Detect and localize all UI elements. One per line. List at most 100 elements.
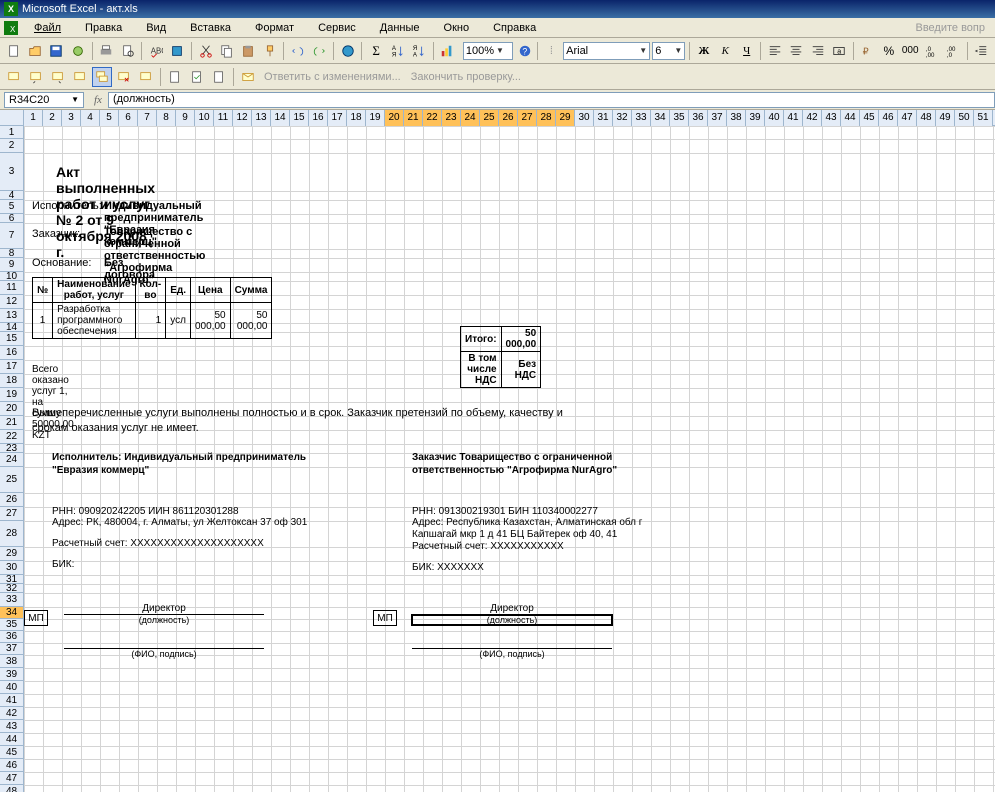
row-header[interactable]: 15 <box>0 332 23 346</box>
col-header[interactable]: 12 <box>233 110 252 126</box>
row-header[interactable]: 9 <box>0 258 23 272</box>
col-header[interactable]: 16 <box>309 110 328 126</box>
col-header[interactable]: 21 <box>404 110 423 126</box>
reject-button[interactable] <box>209 67 229 87</box>
row-header[interactable]: 23 <box>0 444 23 453</box>
font-size-dropdown[interactable]: 6▼ <box>652 42 685 60</box>
currency-button[interactable]: ₽ <box>858 41 877 61</box>
row-header[interactable]: 2 <box>0 139 23 153</box>
col-header[interactable]: 3 <box>62 110 81 126</box>
col-header[interactable]: 49 <box>936 110 955 126</box>
row-header[interactable]: 33 <box>0 593 23 607</box>
research-button[interactable] <box>168 41 187 61</box>
select-all-corner[interactable] <box>0 110 24 126</box>
align-left-button[interactable] <box>765 41 784 61</box>
accept-button[interactable] <box>187 67 207 87</box>
row-header[interactable]: 21 <box>0 416 23 430</box>
row-header[interactable]: 28 <box>0 521 23 547</box>
row-header[interactable]: 32 <box>0 584 23 593</box>
print-button[interactable] <box>96 41 115 61</box>
col-header[interactable]: 18 <box>347 110 366 126</box>
row-header[interactable]: 5 <box>0 200 23 214</box>
copy-button[interactable] <box>217 41 236 61</box>
delete-comment-button[interactable] <box>114 67 134 87</box>
row-header[interactable]: 27 <box>0 507 23 521</box>
col-header[interactable]: 38 <box>727 110 746 126</box>
row-header[interactable]: 16 <box>0 346 23 360</box>
row-header[interactable]: 7 <box>0 223 23 249</box>
menu-view[interactable]: Вид <box>134 20 178 36</box>
print-preview-button[interactable] <box>118 41 137 61</box>
new-comment-button[interactable] <box>4 67 24 87</box>
row-header[interactable]: 10 <box>0 272 23 281</box>
col-header[interactable]: 15 <box>290 110 309 126</box>
col-header[interactable]: 11 <box>214 110 233 126</box>
col-header[interactable]: 24 <box>461 110 480 126</box>
row-header[interactable]: 42 <box>0 707 23 720</box>
col-header[interactable]: 8 <box>157 110 176 126</box>
col-header[interactable]: 33 <box>632 110 651 126</box>
col-header[interactable]: 47 <box>898 110 917 126</box>
col-header[interactable]: 39 <box>746 110 765 126</box>
col-header[interactable]: 29 <box>556 110 575 126</box>
row-header[interactable]: 25 <box>0 467 23 493</box>
open-button[interactable] <box>25 41 44 61</box>
menu-insert[interactable]: Вставка <box>178 20 243 36</box>
col-header[interactable]: 36 <box>689 110 708 126</box>
align-center-button[interactable] <box>787 41 806 61</box>
col-header[interactable]: 42 <box>803 110 822 126</box>
row-header[interactable]: 11 <box>0 281 23 295</box>
col-header[interactable]: 14 <box>271 110 290 126</box>
undo-button[interactable] <box>288 41 307 61</box>
col-header[interactable]: 17 <box>328 110 347 126</box>
row-header[interactable]: 6 <box>0 214 23 223</box>
row-header[interactable]: 12 <box>0 295 23 309</box>
col-header[interactable]: 5 <box>100 110 119 126</box>
autosum-button[interactable]: Σ <box>366 41 385 61</box>
position-right-selected[interactable]: (должность) <box>412 615 612 625</box>
row-header[interactable]: 36 <box>0 631 23 643</box>
col-header[interactable]: 37 <box>708 110 727 126</box>
font-dropdown[interactable]: Arial▼ <box>563 42 650 60</box>
row-header[interactable]: 13 <box>0 309 23 323</box>
merge-button[interactable]: a <box>829 41 848 61</box>
next-comment-button[interactable] <box>48 67 68 87</box>
menu-window[interactable]: Окно <box>432 20 482 36</box>
col-header[interactable]: 50 <box>955 110 974 126</box>
show-all-comments-button[interactable] <box>92 67 112 87</box>
help-search[interactable]: Введите вопр <box>910 20 992 36</box>
paste-button[interactable] <box>239 41 258 61</box>
col-header[interactable]: 35 <box>670 110 689 126</box>
align-right-button[interactable] <box>808 41 827 61</box>
cut-button[interactable] <box>196 41 215 61</box>
col-header[interactable]: 2 <box>43 110 62 126</box>
row-header[interactable]: 45 <box>0 746 23 759</box>
format-painter-button[interactable] <box>260 41 279 61</box>
sort-asc-button[interactable]: АЯ <box>388 41 407 61</box>
spreadsheet-grid[interactable]: 1234567891011121314151617181920212223242… <box>0 110 995 792</box>
row-header[interactable]: 41 <box>0 694 23 707</box>
hyperlink-button[interactable] <box>338 41 357 61</box>
col-header[interactable]: 1 <box>24 110 43 126</box>
spelling-button[interactable]: ABC <box>146 41 165 61</box>
row-header[interactable]: 35 <box>0 619 23 631</box>
col-header[interactable]: 9 <box>176 110 195 126</box>
col-header[interactable]: 19 <box>366 110 385 126</box>
row-header[interactable]: 48 <box>0 785 23 792</box>
row-header[interactable]: 24 <box>0 453 23 467</box>
ink-button[interactable] <box>136 67 156 87</box>
col-header[interactable]: 32 <box>613 110 632 126</box>
row-header[interactable]: 4 <box>0 191 23 200</box>
col-header[interactable]: 44 <box>841 110 860 126</box>
row-header[interactable]: 29 <box>0 547 23 561</box>
sort-desc-button[interactable]: ЯА <box>409 41 428 61</box>
menu-format[interactable]: Формат <box>243 20 306 36</box>
underline-button[interactable]: Ч <box>737 41 756 61</box>
row-header[interactable]: 3 <box>0 153 23 191</box>
col-header[interactable]: 13 <box>252 110 271 126</box>
row-header[interactable]: 44 <box>0 733 23 746</box>
row-header[interactable]: 20 <box>0 402 23 416</box>
col-header[interactable]: 7 <box>138 110 157 126</box>
prev-comment-button[interactable] <box>26 67 46 87</box>
show-comment-button[interactable] <box>70 67 90 87</box>
